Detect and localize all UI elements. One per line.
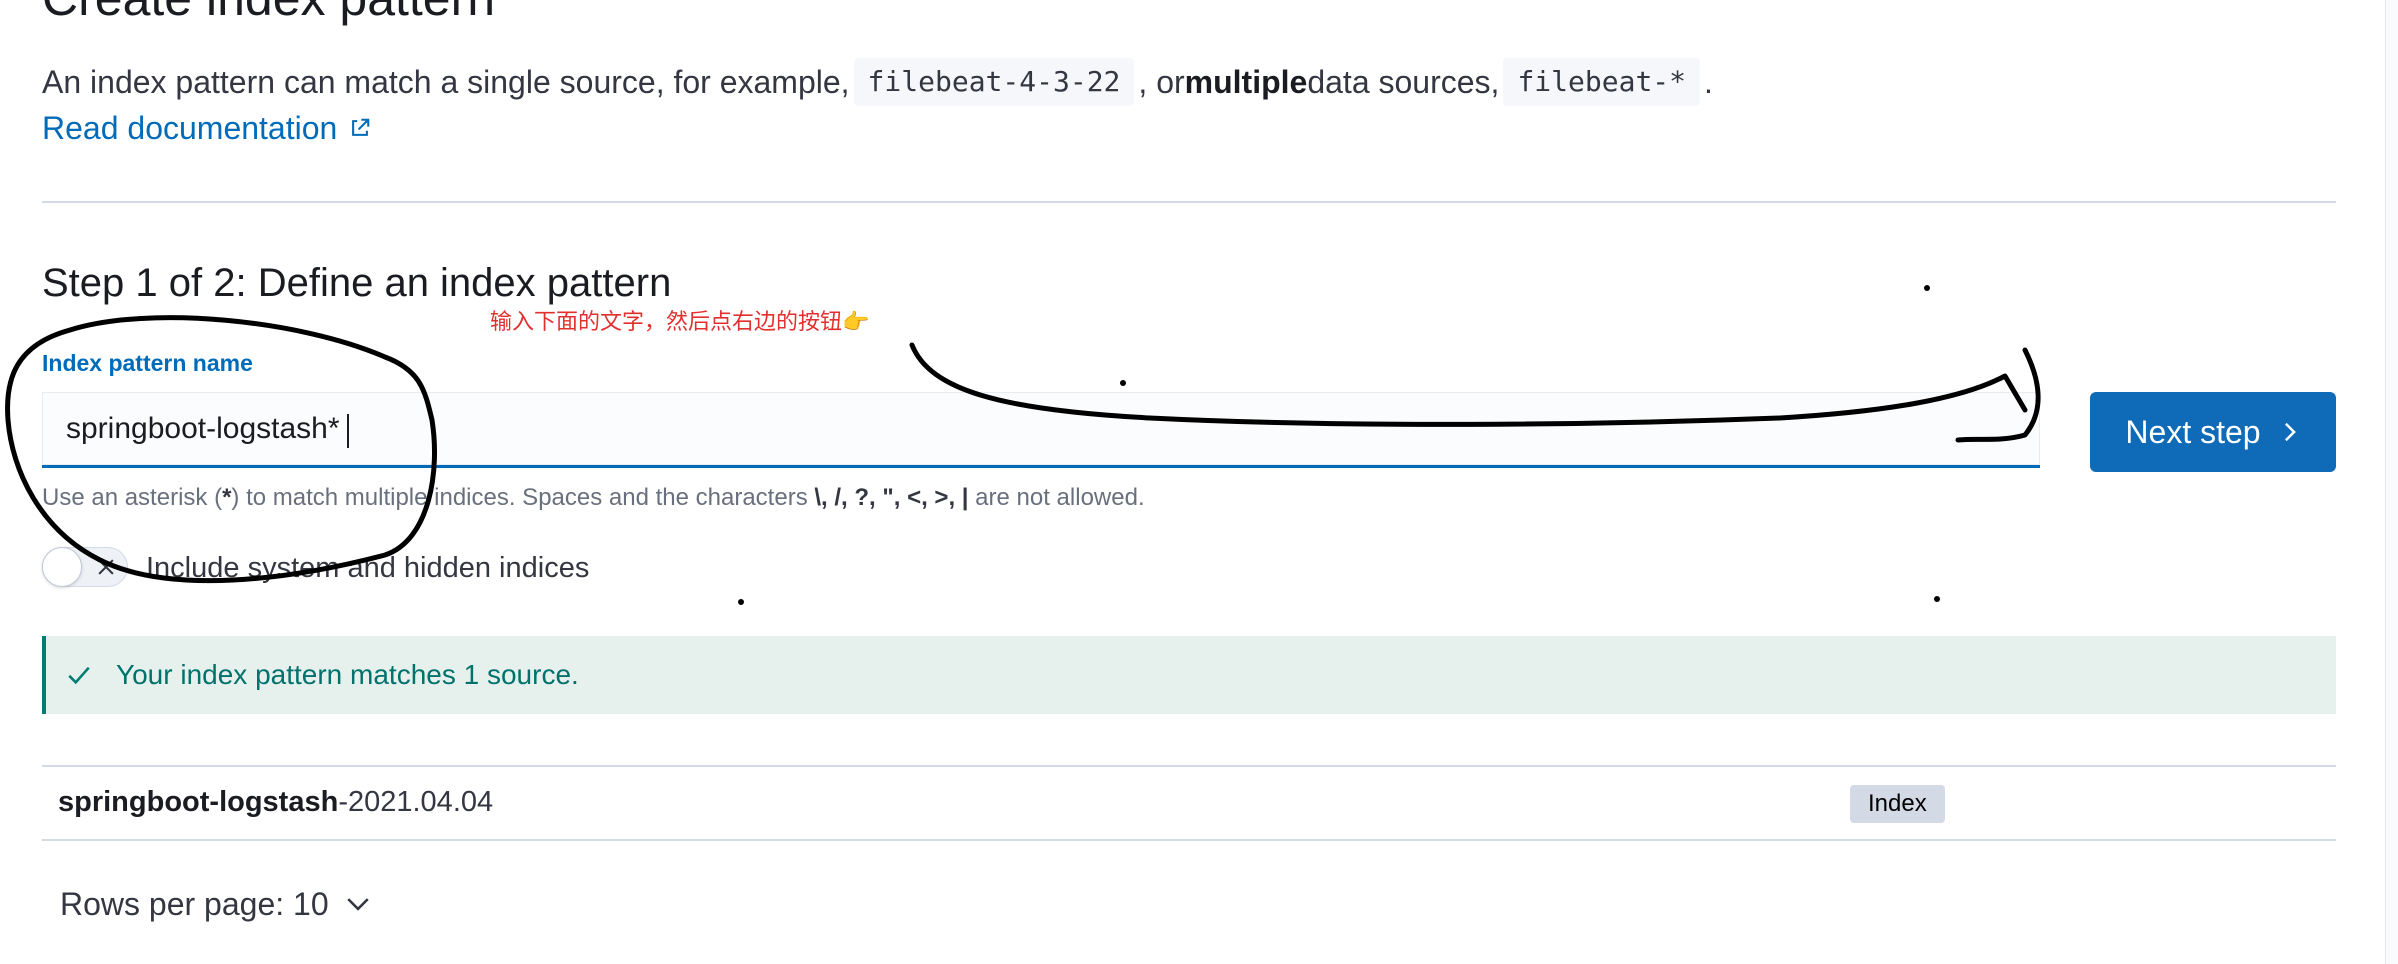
include-hidden-indices-label: Include system and hidden indices	[146, 552, 590, 584]
intro-text-2: , or	[1138, 64, 1185, 100]
text-caret	[347, 414, 349, 448]
section-divider	[42, 201, 2336, 203]
intro-text-3: data sources,	[1307, 64, 1500, 100]
help-forbidden-chars: \, /, ?, ", <, >, |	[814, 484, 969, 511]
chevron-right-icon	[2284, 422, 2296, 442]
scrollbar[interactable]	[2385, 0, 2398, 964]
example-code-multiple: filebeat-*	[1503, 58, 1701, 106]
index-pattern-help-text: Use an asterisk (*) to match multiple in…	[42, 482, 1145, 514]
help-asterisk: *	[222, 484, 232, 511]
index-type-badge: Index	[1850, 785, 1945, 823]
stray-dot	[1924, 285, 1930, 291]
example-code-single: filebeat-4-3-22	[853, 58, 1135, 106]
intro-text: An index pattern can match a single sour…	[42, 58, 1713, 106]
help-text-2: ) to match multiple indices. Spaces and …	[231, 484, 815, 511]
match-callout: Your index pattern matches 1 source.	[42, 636, 2336, 714]
doc-link-label: Read documentation	[42, 110, 338, 146]
rows-per-page-label: Rows per page: 10	[60, 886, 329, 922]
intro-bold: multiple	[1184, 64, 1308, 100]
stray-dot	[1120, 380, 1126, 386]
intro-text-4: .	[1704, 64, 1713, 100]
match-callout-message: Your index pattern matches 1 source.	[116, 659, 579, 690]
rows-per-page-selector[interactable]: Rows per page: 10	[60, 884, 371, 924]
index-pattern-name-label: Index pattern name	[42, 350, 253, 376]
stray-dot	[1934, 596, 1940, 602]
index-name-match: springboot-logstash	[58, 786, 339, 818]
index-pattern-name-input[interactable]	[42, 392, 2040, 465]
external-link-icon	[352, 118, 370, 136]
help-text-1: Use an asterisk (	[42, 484, 223, 511]
intro-text-1: An index pattern can match a single sour…	[42, 64, 850, 100]
index-name: springboot-logstash-2021.04.04	[58, 784, 493, 820]
help-text-3: are not allowed.	[968, 484, 1145, 511]
next-step-label: Next step	[2125, 413, 2261, 450]
include-hidden-indices-toggle[interactable]	[42, 547, 128, 587]
read-documentation-link[interactable]: Read documentation	[42, 106, 371, 150]
chevron-down-icon	[346, 898, 369, 911]
index-name-rest: -2021.04.04	[338, 786, 494, 818]
page-title: Create index pattern	[42, 0, 495, 28]
stray-dot	[738, 599, 744, 605]
next-step-button[interactable]: Next step	[2090, 392, 2336, 472]
close-icon	[98, 559, 114, 575]
check-icon	[68, 666, 90, 685]
step-title: Step 1 of 2: Define an index pattern	[42, 261, 672, 305]
annotation-note: 输入下面的文字，然后点右边的按钮👉	[490, 310, 870, 335]
index-pattern-input-wrapper	[42, 392, 2040, 468]
toggle-knob	[42, 547, 82, 587]
